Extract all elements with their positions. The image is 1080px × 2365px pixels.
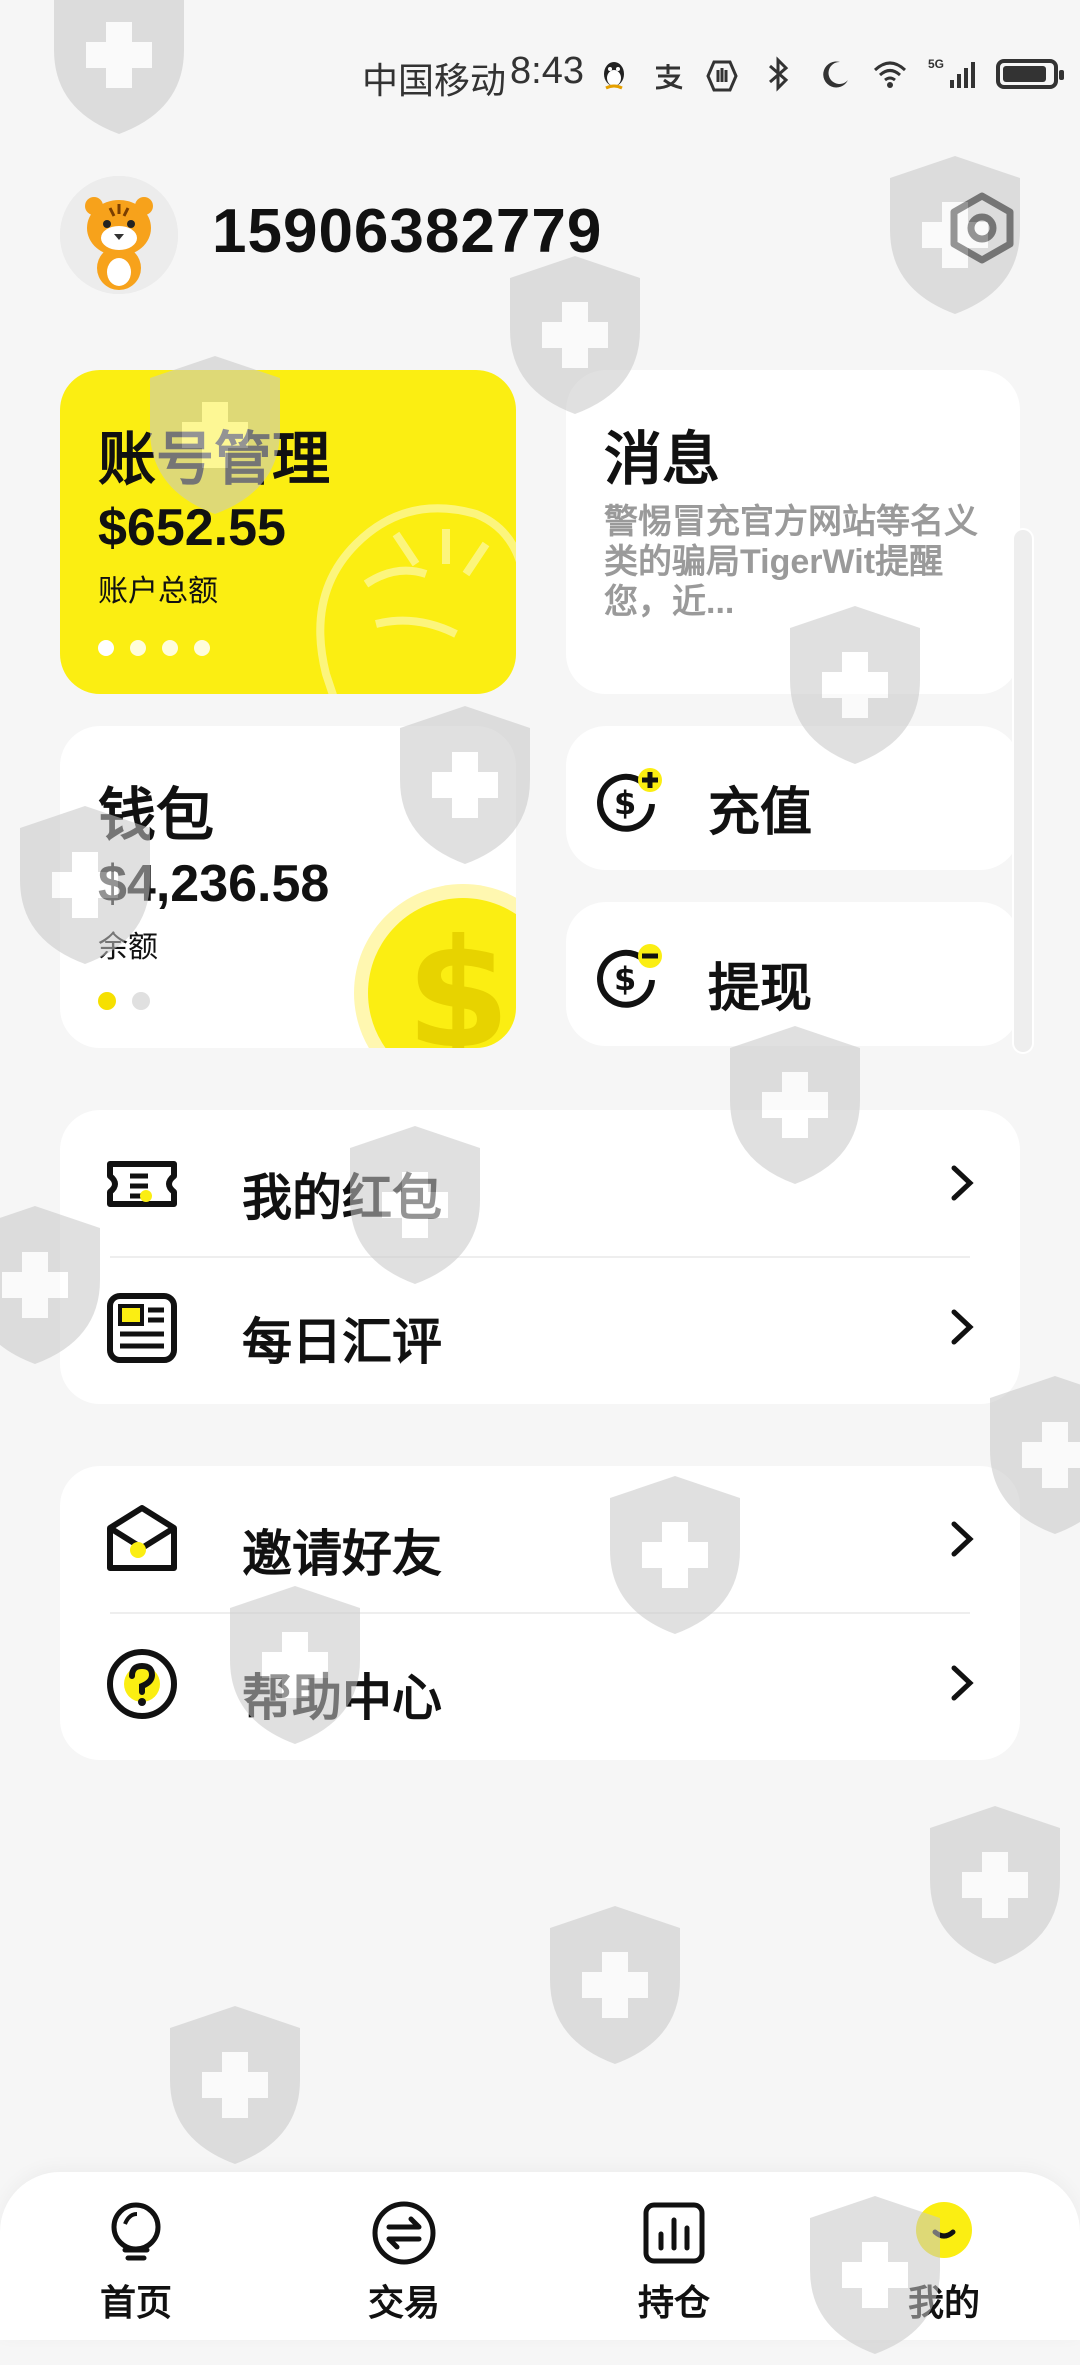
menu-item-label: 邀请好友 [242, 1526, 442, 1582]
svg-text:$: $ [614, 960, 636, 998]
wifi-icon [872, 56, 908, 92]
menu-item-daily-review[interactable]: 每日汇评 [60, 1254, 1020, 1398]
menu-item-red-envelope[interactable]: 我的红包 [60, 1110, 1020, 1254]
tiger-avatar-icon [60, 176, 178, 294]
menu-item-label: 帮助中心 [242, 1670, 442, 1726]
account-management-card[interactable]: 账号管理 $652.55 账户总额 [60, 370, 516, 694]
carousel-indicator [98, 640, 210, 656]
carrier-label: 中国移动 [362, 60, 507, 101]
wallet-balance-label: 余额 [98, 931, 158, 964]
carousel-dot [98, 992, 116, 1010]
tiger-head-art-icon [316, 504, 516, 694]
tab-label: 我的 [907, 2282, 980, 2323]
tab-profile[interactable]: 我的 [864, 2200, 1024, 2330]
bottom-navigation: 首页 交易 持仓 我的 [0, 2172, 1080, 2340]
scrollbar[interactable] [1012, 528, 1034, 1054]
invite-icon [104, 1502, 180, 1578]
alipay-icon [650, 58, 686, 94]
menu-item-invite-friends[interactable]: 邀请好友 [60, 1466, 1020, 1610]
notification-icons [596, 58, 740, 94]
tab-home[interactable]: 首页 [56, 2200, 216, 2330]
home-bulb-icon [103, 2200, 169, 2266]
account-total-label: 账户总额 [98, 575, 218, 608]
status-bar: 中国移动 8:43 5G [0, 0, 1080, 150]
account-total-amount: $652.55 [98, 499, 286, 557]
carousel-dot [130, 640, 146, 656]
withdraw-icon: $ [592, 940, 664, 1012]
chevron-right-icon [940, 1512, 984, 1566]
qq-icon [596, 58, 632, 94]
carousel-dot [98, 640, 114, 656]
wallet-card[interactable]: $ 钱包 $4,236.58 余额 [60, 726, 516, 1048]
message-card[interactable]: 消息 警惕冒充官方网站等名义类的骗局TigerWit提醒您，近... [566, 370, 1020, 694]
tab-label: 交易 [367, 2282, 440, 2323]
tab-trade[interactable]: 交易 [324, 2200, 484, 2330]
tab-positions[interactable]: 持仓 [594, 2200, 754, 2330]
signal-5g-icon: 5G [928, 56, 976, 92]
carousel-dot [194, 640, 210, 656]
deposit-icon: $ [592, 764, 664, 836]
chevron-right-icon [940, 1300, 984, 1354]
chevron-right-icon [940, 1656, 984, 1710]
svg-text:$: $ [614, 784, 636, 822]
wallet-carousel-indicator [98, 992, 150, 1010]
tab-label: 持仓 [637, 2282, 710, 2323]
carousel-dot [162, 640, 178, 656]
message-card-title: 消息 [604, 427, 721, 492]
username: 15906382779 [212, 197, 603, 266]
hand-stop-icon [704, 58, 740, 94]
deposit-label: 充值 [708, 784, 813, 842]
trade-exchange-icon [371, 2200, 437, 2266]
help-icon [104, 1646, 180, 1722]
menu-item-label: 每日汇评 [242, 1314, 442, 1370]
withdraw-label: 提现 [708, 960, 813, 1018]
red-envelope-icon [104, 1146, 180, 1222]
settings-button[interactable] [946, 192, 1018, 264]
watermark-shield-icon [160, 2000, 310, 2170]
moon-icon [816, 56, 852, 92]
wallet-balance-amount: $4,236.58 [98, 855, 330, 913]
positions-chart-icon [641, 2200, 707, 2266]
avatar[interactable] [60, 176, 178, 294]
carousel-dot [132, 992, 150, 1010]
daily-review-icon [104, 1290, 180, 1366]
battery-icon [996, 59, 1064, 89]
wallet-card-title: 钱包 [98, 783, 215, 848]
watermark-shield-icon [540, 1900, 690, 2070]
withdraw-button[interactable]: $ 提现 [566, 902, 1020, 1046]
message-preview: 警惕冒充官方网站等名义类的骗局TigerWit提醒您，近... [604, 503, 978, 621]
watermark-shield-icon [920, 1800, 1070, 1970]
system-icons: 5G [760, 56, 1064, 92]
account-card-title: 账号管理 [98, 427, 331, 492]
menu-item-help-center[interactable]: 帮助中心 [60, 1610, 1020, 1754]
clock: 8:43 [510, 50, 584, 92]
tab-label: 首页 [99, 2282, 172, 2323]
menu-item-label: 我的红包 [242, 1170, 442, 1226]
dollar-coin-icon: $ [368, 898, 516, 1048]
settings-icon [950, 192, 1014, 264]
profile-icon [911, 2200, 977, 2266]
deposit-button[interactable]: $ 充值 [566, 726, 1020, 870]
svg-text:5G: 5G [928, 57, 944, 71]
chevron-right-icon [940, 1156, 984, 1210]
menu-group-support: 邀请好友 帮助中心 [60, 1466, 1020, 1760]
bluetooth-icon [760, 56, 796, 92]
menu-group-rewards: 我的红包 每日汇评 [60, 1110, 1020, 1404]
